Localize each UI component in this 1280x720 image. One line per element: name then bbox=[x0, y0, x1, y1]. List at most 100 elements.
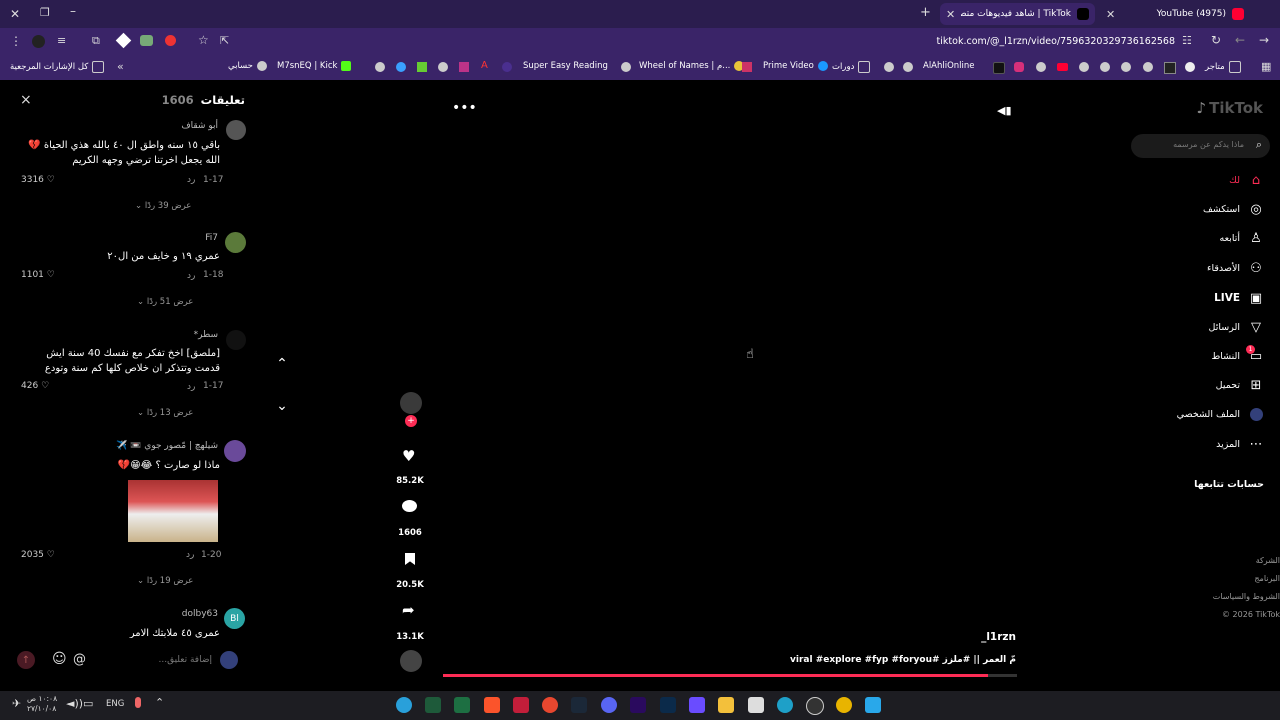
extension-icon[interactable]: ≡ bbox=[57, 34, 66, 47]
adobe-icon[interactable]: A bbox=[481, 60, 488, 71]
comment-username[interactable]: شيلهچ | مّصور جوي 📼 ✈️ bbox=[116, 441, 218, 451]
bookmark-all-folder[interactable]: كل الإشارات المرجعية bbox=[10, 61, 105, 73]
sidebar-item-profile[interactable]: الملف الشخصي bbox=[1177, 406, 1264, 422]
author-avatar[interactable] bbox=[400, 392, 422, 414]
extension-icon[interactable] bbox=[1164, 62, 1176, 74]
video-player[interactable]: ••• ◀▮ _l1rzn مّ العمر || #ملزز #viral #… bbox=[437, 94, 1024, 683]
discord-icon[interactable] bbox=[601, 697, 617, 713]
extension-icon[interactable] bbox=[140, 35, 153, 46]
reply-button[interactable]: رد bbox=[187, 175, 195, 185]
notification-bell-icon[interactable]: ✈ bbox=[12, 697, 21, 710]
sidebar-item-messages[interactable]: ▽ الرسائل bbox=[1209, 319, 1264, 335]
photoshop-icon[interactable] bbox=[660, 697, 676, 713]
extension-icon[interactable] bbox=[502, 62, 512, 72]
sidebar-item-following[interactable]: ♙ أتابعه bbox=[1220, 230, 1265, 246]
store-icon[interactable] bbox=[748, 697, 764, 713]
emoji-icon[interactable]: ☺ bbox=[52, 651, 67, 667]
extension-icon[interactable] bbox=[1185, 62, 1195, 72]
reload-icon[interactable]: ↻ bbox=[1211, 33, 1221, 47]
footer-company[interactable]: الشركة bbox=[1256, 556, 1280, 565]
sidebar-item-activity[interactable]: ▭ 1 النشاط bbox=[1211, 345, 1264, 364]
network-icon[interactable]: ▭ bbox=[83, 697, 93, 710]
avatar[interactable] bbox=[226, 120, 246, 140]
comment-input[interactable]: إضافة تعليق... bbox=[158, 655, 212, 665]
tab-close-icon[interactable]: ✕ bbox=[946, 8, 955, 21]
sidebar-item-upload[interactable]: ⊞ تحميل bbox=[1216, 377, 1264, 393]
tiktok-logo[interactable]: ♪ TikTok bbox=[1197, 99, 1263, 117]
send-button[interactable]: ↑ bbox=[17, 651, 35, 669]
clock[interactable]: ١٠:٠٨ ص ٢٧/١٠/٠٨ bbox=[27, 694, 57, 714]
instagram-icon[interactable] bbox=[1014, 62, 1024, 72]
extension-icon[interactable] bbox=[742, 62, 752, 72]
url-text[interactable]: tiktok.com/@_l1rzn/video/759632032973616… bbox=[900, 36, 1175, 47]
view-replies-button[interactable]: ⌄ عرض 51 ردًا bbox=[137, 297, 193, 307]
globe-icon[interactable] bbox=[884, 62, 894, 72]
app-icon[interactable] bbox=[689, 697, 705, 713]
app-icon[interactable] bbox=[542, 697, 558, 713]
sidebar-item-for-you[interactable]: ⌂ لك bbox=[1229, 172, 1264, 188]
globe-icon[interactable] bbox=[621, 62, 631, 72]
language-indicator[interactable]: ENG bbox=[106, 699, 124, 709]
windows-start-icon[interactable] bbox=[865, 697, 881, 713]
avatar[interactable] bbox=[225, 232, 246, 253]
globe-icon[interactable] bbox=[1100, 62, 1110, 72]
steam-icon[interactable] bbox=[571, 697, 587, 713]
restore-window-icon[interactable]: ❐ bbox=[40, 6, 50, 19]
back-icon[interactable]: → bbox=[1259, 33, 1269, 47]
comment-like-button[interactable]: 3316 ♡ bbox=[21, 175, 55, 185]
extensions-puzzle-icon[interactable]: ⧉ bbox=[92, 34, 100, 48]
close-window-icon[interactable]: ✕ bbox=[10, 7, 20, 21]
comment-icon[interactable] bbox=[402, 500, 417, 512]
extension-icon[interactable] bbox=[396, 62, 406, 72]
comment-like-button[interactable]: 2035 ♡ bbox=[21, 550, 55, 560]
bookmark-icon[interactable] bbox=[405, 553, 415, 565]
view-replies-button[interactable]: ⌄ عرض 19 ردًا bbox=[137, 576, 193, 586]
comment-like-button[interactable]: 426 ♡ bbox=[21, 381, 49, 391]
chrome-icon[interactable] bbox=[836, 697, 852, 713]
avatar[interactable] bbox=[224, 440, 246, 462]
search-icon[interactable]: ⌕ bbox=[1256, 138, 1262, 152]
speaker-icon[interactable]: ◄)) bbox=[66, 697, 83, 710]
globe-icon[interactable] bbox=[903, 62, 913, 72]
globe-icon[interactable] bbox=[438, 62, 448, 72]
globe-icon[interactable] bbox=[1143, 62, 1153, 72]
comment-username[interactable]: dolby63 bbox=[182, 609, 218, 619]
excel-icon[interactable] bbox=[454, 697, 470, 713]
search-input[interactable]: ماذا يدكم عن مرسمه bbox=[1173, 140, 1244, 149]
extension-icon[interactable] bbox=[32, 35, 45, 48]
follow-plus-icon[interactable]: + bbox=[405, 415, 417, 427]
chevron-more-icon[interactable]: « bbox=[117, 60, 124, 73]
sidebar-item-live[interactable]: ▣ LIVE bbox=[1214, 290, 1264, 306]
mention-button[interactable]: @ bbox=[73, 652, 86, 667]
tab-tiktok[interactable]: TikTok | شاهد فيديوهات متصدرة ✕ bbox=[940, 3, 1095, 25]
apps-grid-icon[interactable]: ▦ bbox=[1261, 60, 1271, 73]
search-box[interactable]: ماذا يدكم عن مرسمه ⌕ bbox=[1131, 134, 1270, 158]
extension-icon[interactable] bbox=[459, 62, 469, 72]
bookmark-prime-video[interactable]: Prime Video bbox=[763, 61, 828, 71]
download-icon[interactable] bbox=[417, 62, 427, 72]
bookmark-stores[interactable]: متاجر bbox=[1205, 61, 1241, 73]
reply-button[interactable]: رد bbox=[187, 382, 195, 392]
bookmark-super-easy-reading[interactable]: Super Easy Reading bbox=[523, 61, 608, 71]
close-icon[interactable]: × bbox=[20, 92, 32, 108]
minimize-window-icon[interactable]: – bbox=[70, 4, 76, 18]
globe-icon[interactable] bbox=[1121, 62, 1131, 72]
sidebar-item-more[interactable]: ⋯ المزيد bbox=[1216, 436, 1264, 452]
footer-terms[interactable]: الشروط والسياسات bbox=[1213, 592, 1280, 601]
bookmark-wheel-of-names[interactable]: Wheel of Names | م... bbox=[639, 61, 745, 71]
share-arrow-icon[interactable]: ➦ bbox=[402, 601, 415, 619]
premiere-icon[interactable] bbox=[630, 697, 646, 713]
extension-icon[interactable] bbox=[165, 35, 176, 46]
volume-icon[interactable]: ◀▮ bbox=[997, 104, 1012, 117]
view-replies-button[interactable]: ⌄ عرض 13 ردًا bbox=[137, 408, 193, 418]
youtube-icon[interactable] bbox=[1057, 63, 1068, 71]
comment-username[interactable]: سطر* bbox=[194, 330, 218, 340]
sidebar-item-friends[interactable]: ⚇ الأصدقاء bbox=[1207, 260, 1264, 276]
microphone-icon[interactable] bbox=[135, 697, 141, 708]
bookmark-alahli[interactable]: AlAhliOnline bbox=[923, 61, 975, 71]
extension-icon[interactable] bbox=[115, 32, 132, 49]
previous-video-button[interactable]: ⌃ bbox=[270, 352, 294, 376]
sidebar-item-explore[interactable]: ◎ استكشف bbox=[1203, 201, 1264, 217]
forward-icon[interactable]: ← bbox=[1235, 33, 1245, 47]
view-replies-button[interactable]: ⌄ عرض 39 ردًا bbox=[135, 201, 191, 211]
